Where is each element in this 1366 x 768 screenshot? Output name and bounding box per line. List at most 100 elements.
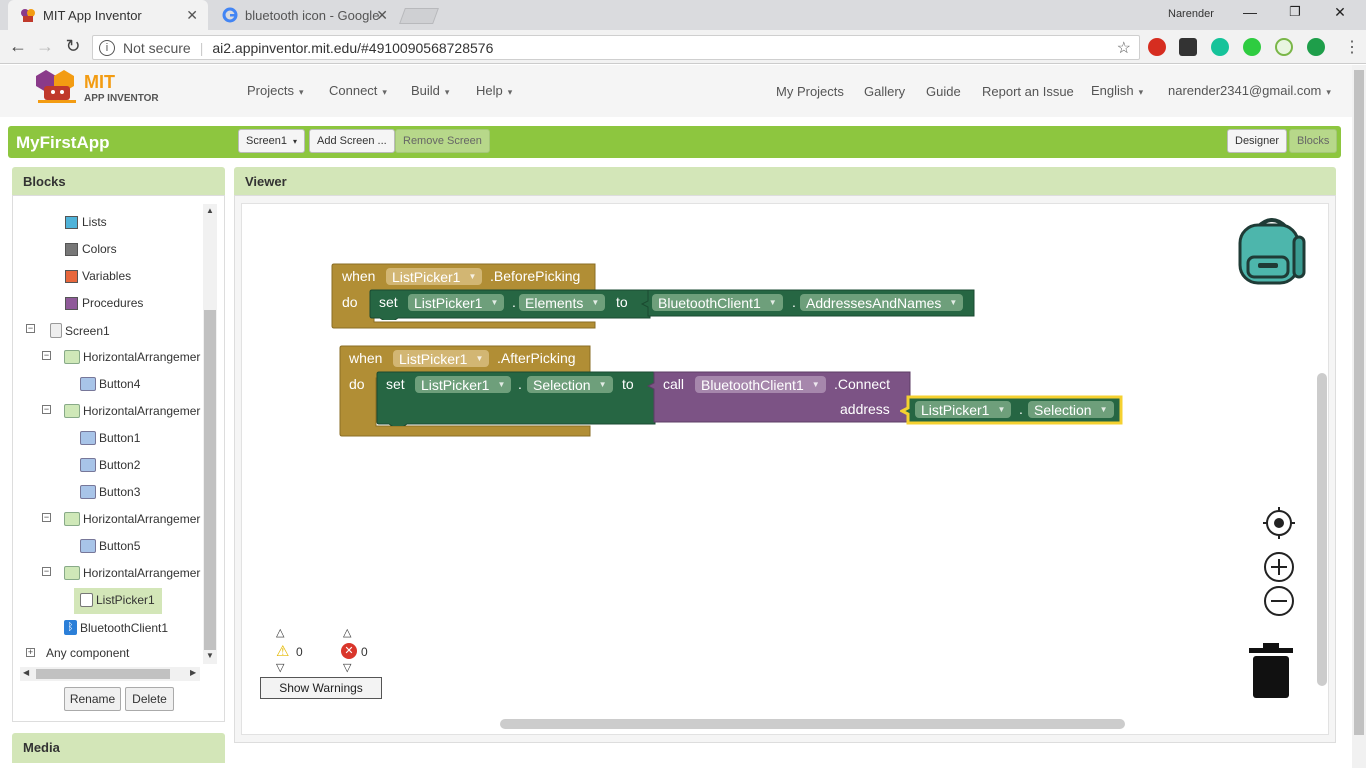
workspace-vertical-scrollbar[interactable] [1317, 373, 1327, 686]
project-toolbar [8, 126, 1341, 158]
tree-button3[interactable]: Button3 [80, 485, 140, 499]
chrome-menu-icon[interactable]: ⋮ [1344, 37, 1360, 57]
add-screen-button[interactable]: Add Screen ... [309, 129, 395, 153]
menu-build[interactable]: Build ▾ [411, 83, 449, 98]
menu-projects[interactable]: Projects ▾ [247, 83, 304, 98]
arg-property-dropdown[interactable]: Selection ▼ [1028, 401, 1114, 418]
tab-title: bluetooth icon - Google [245, 7, 380, 23]
builtin-lists[interactable]: Lists [65, 215, 107, 229]
arg-component-dropdown[interactable]: ListPicker1 ▼ [915, 401, 1012, 418]
menu-connect[interactable]: Connect ▾ [329, 83, 387, 98]
colors-color-icon [65, 242, 78, 256]
chevron-down-icon: ▾ [298, 87, 304, 97]
collapse-icon[interactable]: − [42, 351, 51, 360]
new-tab-button[interactable] [399, 8, 439, 24]
url-text[interactable]: ai2.appinventor.mit.edu/#491009056872857… [212, 40, 493, 56]
screen-selector[interactable]: Screen1 ▾ [238, 129, 305, 153]
setter-component-dropdown-2[interactable]: ListPicker1 ▼ [415, 376, 512, 393]
reload-icon[interactable]: ↻ [62, 36, 84, 57]
page-scrollbar[interactable] [1352, 65, 1366, 768]
info-icon[interactable]: i [99, 39, 115, 56]
backpack-icon[interactable] [1238, 215, 1308, 287]
call-component-dropdown[interactable]: BluetoothClient1 ▼ [695, 376, 826, 393]
checkmark-extension-icon[interactable] [1275, 38, 1293, 56]
tree-button2[interactable]: Button2 [80, 458, 140, 472]
designer-button[interactable]: Designer [1227, 129, 1288, 153]
collapse-icon[interactable]: − [42, 405, 51, 414]
language-menu[interactable]: English ▾ [1091, 83, 1143, 98]
tree-hscroll-thumb[interactable] [36, 669, 170, 679]
show-warnings-button[interactable]: Show Warnings [260, 677, 382, 699]
tree-horizontal-scrollbar[interactable]: ◀ ▶ [20, 667, 200, 681]
link-report-issue[interactable]: Report an Issue [982, 84, 1074, 99]
tree-button1[interactable]: Button1 [80, 431, 140, 445]
builtin-procedures[interactable]: Procedures [65, 296, 143, 310]
link-gallery[interactable]: Gallery [864, 84, 905, 99]
zoom-out-icon[interactable] [1262, 584, 1296, 618]
grammarly-extension-icon[interactable] [1211, 38, 1229, 56]
error-down-arrow-icon[interactable]: ▽ [343, 661, 351, 674]
expand-icon[interactable]: + [26, 648, 35, 657]
tree-button5[interactable]: Button5 [80, 539, 140, 553]
collapse-icon[interactable]: − [42, 513, 51, 522]
builtin-variables[interactable]: Variables [65, 269, 131, 283]
forward-arrow-icon[interactable]: → [34, 36, 56, 57]
menu-help[interactable]: Help ▾ [476, 83, 512, 98]
workspace-horizontal-scrollbar[interactable] [500, 719, 1125, 729]
tree-any-component[interactable]: Any component [46, 646, 129, 660]
tree-scrollbar-thumb[interactable] [204, 310, 216, 650]
getter-component-dropdown[interactable]: BluetoothClient1 ▼ [652, 294, 783, 311]
warnings-count: 0 [296, 645, 303, 659]
setter-property-dropdown-2[interactable]: Selection ▼ [527, 376, 613, 393]
delete-button[interactable]: Delete [125, 687, 174, 711]
adblock-extension-icon[interactable] [1148, 38, 1166, 56]
event-component-dropdown[interactable]: ListPicker1 ▼ [386, 268, 483, 285]
collapse-icon[interactable]: − [26, 324, 35, 333]
tree-button4[interactable]: Button4 [80, 377, 140, 391]
trash-can-icon[interactable] [1249, 642, 1293, 700]
tree-bluetoothclient1[interactable]: ᛒ BluetoothClient1 [64, 620, 168, 635]
link-guide[interactable]: Guide [926, 84, 961, 99]
bookmark-star-icon[interactable]: ☆ [1117, 38, 1131, 58]
to-label-2: to [622, 376, 634, 392]
close-tab-icon[interactable]: ✕ [376, 7, 388, 24]
account-menu[interactable]: narender2341@gmail.com ▾ [1168, 83, 1331, 98]
blocks-button[interactable]: Blocks [1289, 129, 1338, 153]
collapse-icon[interactable]: − [42, 567, 51, 576]
tree-horizontal-arrangement-2[interactable]: HorizontalArrangemer [64, 404, 200, 418]
green-extension-icon[interactable] [1307, 38, 1325, 56]
tree-horizontal-arrangement-4[interactable]: HorizontalArrangemer [64, 566, 200, 580]
minimize-icon[interactable]: — [1240, 4, 1260, 20]
page-scrollbar-thumb[interactable] [1354, 70, 1364, 735]
extension-icon[interactable] [1179, 38, 1197, 56]
back-arrow-icon[interactable]: ← [7, 36, 29, 57]
rename-button[interactable]: Rename [64, 687, 121, 711]
tree-horizontal-arrangement-1[interactable]: HorizontalArrangemer [64, 350, 200, 364]
check-extension-icon[interactable] [1243, 38, 1261, 56]
app-inventor-logo-icon[interactable] [36, 70, 82, 106]
close-tab-icon[interactable]: ✕ [186, 7, 198, 24]
tab-mit-app-inventor[interactable]: MIT App Inventor ✕ [8, 0, 208, 30]
setter-property-dropdown[interactable]: Elements ▼ [519, 294, 606, 311]
setter-component-dropdown[interactable]: ListPicker1 ▼ [408, 294, 505, 311]
tree-screen1[interactable]: Screen1 [50, 323, 110, 338]
to-label: to [616, 294, 628, 310]
tree-listpicker1[interactable]: ListPicker1 [80, 593, 155, 607]
zoom-in-icon[interactable] [1262, 550, 1296, 584]
tree-vertical-scrollbar[interactable]: ▲ ▼ [203, 204, 217, 664]
error-up-arrow-icon[interactable]: △ [343, 626, 351, 639]
warning-down-arrow-icon[interactable]: ▽ [276, 661, 284, 674]
builtin-colors[interactable]: Colors [65, 242, 117, 256]
event-component-dropdown-2[interactable]: ListPicker1 ▼ [393, 350, 490, 367]
recenter-target-icon[interactable] [1263, 507, 1295, 539]
tab-bluetooth-search[interactable]: bluetooth icon - Google ✕ [210, 0, 398, 30]
profile-name[interactable]: Narender [1168, 8, 1214, 20]
getter-property-dropdown[interactable]: AddressesAndNames ▼ [800, 294, 964, 311]
remove-screen-button[interactable]: Remove Screen [395, 129, 490, 153]
tree-horizontal-arrangement-3[interactable]: HorizontalArrangemer [64, 512, 200, 526]
restore-icon[interactable]: ❐ [1285, 4, 1305, 20]
address-bar[interactable]: i Not secure | ai2.appinventor.mit.edu/#… [92, 35, 1140, 60]
window-close-icon[interactable]: ✕ [1330, 4, 1350, 21]
link-my-projects[interactable]: My Projects [776, 84, 844, 99]
warning-up-arrow-icon[interactable]: △ [276, 626, 284, 639]
